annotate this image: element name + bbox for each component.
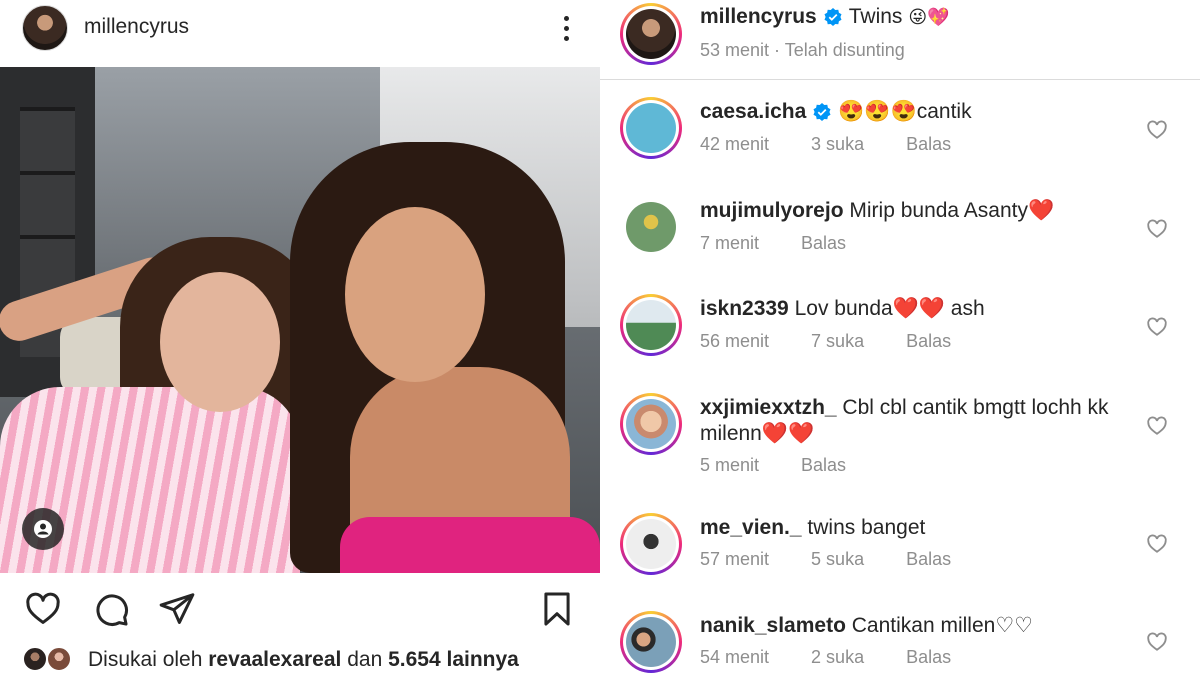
comments-panel: millencyrus Twins 😜💖 53 menit · Telah dis… [600,0,1200,675]
comment-text: twins banget [807,516,926,539]
comment-item: me_vien._ twins banget 57 menit 5 suka Bal… [600,513,1200,583]
comment-like-heart-icon[interactable] [1146,415,1168,437]
comment-like-heart-icon[interactable] [1146,533,1168,555]
post-actions [0,585,600,631]
comment-bubble-icon[interactable] [92,590,130,628]
post-photo[interactable] [0,67,600,573]
liker-avatar[interactable] [46,646,72,672]
comment-item: mujimulyorejo Mirip bunda Asanty❤️ 7 men… [600,196,1200,266]
caption-emojis: 😜💖 [908,6,950,28]
comment-likes[interactable]: 2 suka [811,647,864,667]
liked-by-count[interactable]: 5.654 lainnya [388,648,519,671]
commenter-username[interactable]: xxjimiexxtzh_ [700,396,837,419]
comment-text: Cantikan millen♡♡ [851,614,1033,637]
tagged-users-icon[interactable] [22,508,64,550]
commenter-avatar[interactable] [620,393,682,455]
post-caption: millencyrus Twins 😜💖 53 menit · Telah dis… [600,0,1200,80]
commenter-username[interactable]: me_vien._ [700,516,802,539]
verified-badge-icon [824,8,842,26]
reply-button[interactable]: Balas [801,455,846,475]
comment-item: iskn2339 Lov bunda❤️❤️ ash 56 menit 7 suk… [600,294,1200,364]
comment-time: 5 menit [700,455,760,475]
commenter-avatar[interactable] [620,97,682,159]
comment-text: Mirip bunda Asanty❤️ [849,199,1055,222]
reply-button[interactable]: Balas [906,647,951,667]
liked-by-username[interactable]: revaalexareal [208,648,341,671]
liker-avatar[interactable] [22,646,48,672]
comment-time: 42 menit [700,134,770,154]
caption-username[interactable]: millencyrus [700,5,817,29]
comment-text: 😍😍😍cantik [838,100,972,123]
caption-text: Twins [848,5,903,28]
liked-by-text[interactable]: Disukai oleh revaalexareal dan 5.654 lai… [88,648,519,672]
comment-like-heart-icon[interactable] [1146,316,1168,338]
comment-item: xxjimiexxtzh_ Cbl cbl cantik bmgtt lochh… [600,393,1200,489]
commenter-username[interactable]: iskn2339 [700,297,789,320]
comment-item: caesa.icha 😍😍😍cantik 42 menit 3 suka Balas [600,97,1200,167]
comment-likes[interactable]: 7 suka [811,331,864,351]
post-author-username[interactable]: millencyrus [84,15,189,39]
reply-button[interactable]: Balas [906,134,951,154]
comment-time: 7 menit [700,233,760,253]
comment-time: 56 menit [700,331,770,351]
likes-summary: Disukai oleh revaalexareal dan 5.654 lai… [0,640,600,675]
comment-time: 57 menit [700,549,770,569]
comment-time: 54 menit [700,647,770,667]
verified-badge-icon [813,103,831,121]
like-heart-icon[interactable] [24,590,62,628]
commenter-username[interactable]: mujimulyorejo [700,199,844,222]
commenter-username[interactable]: caesa.icha [700,99,806,125]
comment-like-heart-icon[interactable] [1146,631,1168,653]
reply-button[interactable]: Balas [801,233,846,253]
commenter-avatar[interactable] [620,294,682,356]
comment-likes[interactable]: 3 suka [811,134,864,154]
post-author-avatar[interactable] [22,5,68,51]
comment-likes[interactable]: 5 suka [811,549,864,569]
comment-item: nanik_slameto Cantikan millen♡♡ 54 menit… [600,611,1200,675]
comment-text: Lov bunda❤️❤️ ash [794,297,985,320]
commenter-avatar[interactable] [620,196,682,258]
commenter-avatar[interactable] [620,513,682,575]
bookmark-icon[interactable] [538,590,576,628]
reply-button[interactable]: Balas [906,549,951,569]
share-paper-plane-icon[interactable] [158,590,196,628]
post-header: millencyrus [0,0,600,66]
comment-like-heart-icon[interactable] [1146,119,1168,141]
commenter-avatar[interactable] [620,611,682,673]
comment-like-heart-icon[interactable] [1146,218,1168,240]
caption-author-avatar[interactable] [620,3,682,65]
commenter-username[interactable]: nanik_slameto [700,614,846,637]
more-options-icon[interactable] [556,14,576,44]
caption-meta: 53 menit · Telah disunting [700,40,905,60]
reply-button[interactable]: Balas [906,331,951,351]
post-panel: millencyrus Disukai oleh revaalexareal d… [0,0,600,675]
